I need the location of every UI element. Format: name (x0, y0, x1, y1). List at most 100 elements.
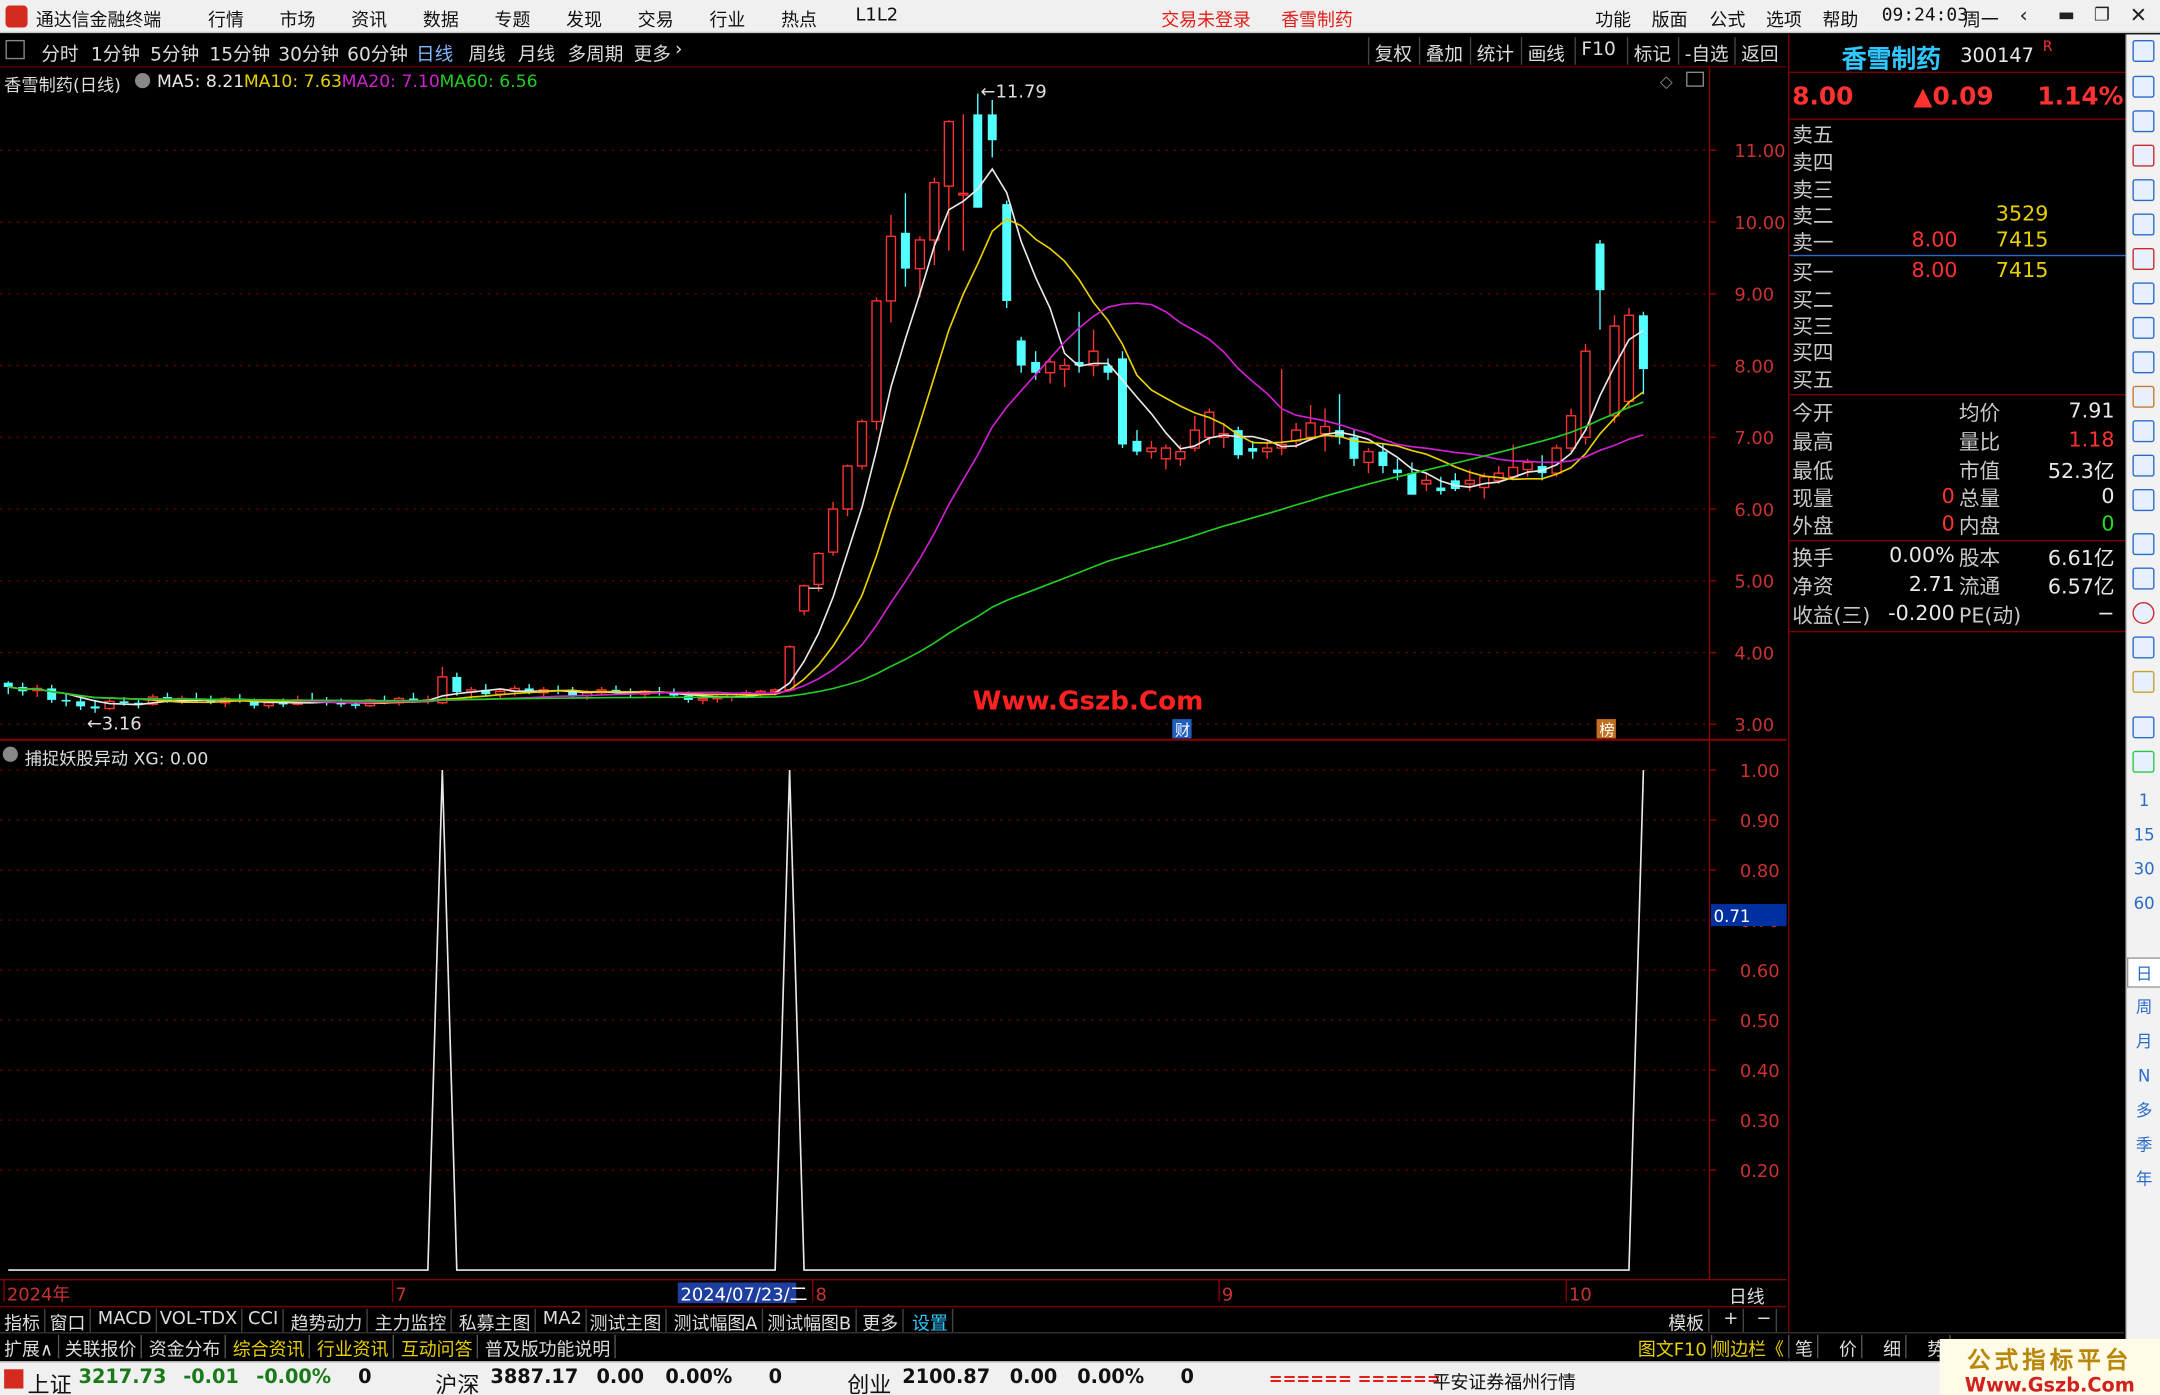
period-60min[interactable]: 60分钟 (347, 39, 408, 66)
table-icon[interactable] (2132, 179, 2155, 202)
minimize-icon[interactable]: ▬ (2058, 6, 2075, 27)
menu-item-xuanxiang[interactable]: 选项 (1766, 6, 1802, 32)
side-period-15[interactable]: 15 (2127, 820, 2160, 850)
menu-item-gongneng[interactable]: 功能 (1595, 6, 1631, 32)
tab-guanlian[interactable]: 关联报价 (61, 1334, 142, 1361)
news-icon[interactable] (2132, 385, 2155, 408)
side-period-month[interactable]: 月 (2127, 1026, 2160, 1056)
tab-zhibiao[interactable]: 指标 (0, 1308, 46, 1335)
f10-button[interactable]: 图文F10 (1634, 1334, 1713, 1361)
menu-item-shuju[interactable]: 数据 (423, 6, 459, 32)
tool-f10[interactable]: F10 (1574, 37, 1622, 65)
menu-item-l1l2[interactable]: L1L2 (855, 6, 898, 27)
period-1min[interactable]: 1分钟 (91, 39, 140, 66)
tool-biaoji[interactable]: 标记 (1626, 37, 1677, 66)
tab-ceshifutua[interactable]: 测试幅图A (669, 1308, 764, 1335)
refresh-icon[interactable] (2132, 750, 2155, 773)
bid-row-1[interactable]: 买一 8.00 7415 (1792, 258, 2120, 286)
broker-feed[interactable]: 平安证券福州行情 (1433, 1368, 1576, 1394)
tab-hudong[interactable]: 互动问答 (397, 1334, 479, 1361)
trade-login-status[interactable]: 交易未登录 (1161, 6, 1251, 32)
bid-row-3[interactable]: 买三 (1792, 311, 2120, 339)
collapse-icon[interactable] (2132, 39, 2155, 62)
period-30min[interactable]: 30分钟 (278, 39, 339, 66)
kline-icon[interactable] (2132, 247, 2155, 270)
menu-item-zixun[interactable]: 资讯 (351, 6, 387, 32)
period-multi[interactable]: 多周期 (568, 39, 624, 66)
bid-row-2[interactable]: 买二 (1792, 285, 2120, 313)
restore-icon[interactable]: ❐ (2094, 6, 2110, 27)
ask-row-4[interactable]: 卖四 (1792, 147, 2120, 175)
ask-row-1[interactable]: 卖一 8.00 7415 (1792, 227, 2120, 255)
fs-icon[interactable] (2132, 716, 2155, 739)
pen-icon[interactable] (2132, 670, 2155, 693)
tab-zijin[interactable]: 资金分布 (145, 1334, 226, 1361)
f2-icon[interactable] (2132, 420, 2155, 443)
tab-chuangkou[interactable]: 窗口 (45, 1308, 91, 1335)
kline-chart-area[interactable]: 11.00 10.00 9.00 8.00 7.00 6.00 5.00 4.00 3.00 ←1… (0, 67, 1787, 1305)
tab-zonghe[interactable]: 综合资讯 (229, 1334, 310, 1361)
tool-huaxian[interactable]: 画线 (1520, 37, 1571, 66)
tab-ma2[interactable]: MA2 (539, 1308, 588, 1333)
grid-icon[interactable] (2132, 351, 2155, 374)
tab-puji[interactable]: 普及版功能说明 (481, 1334, 616, 1361)
period-5min[interactable]: 5分钟 (150, 39, 199, 66)
sidebar-toggle[interactable]: 侧边栏《 (1708, 1334, 1790, 1361)
bid-row-4[interactable]: 买四 (1792, 337, 2120, 365)
period-weekly[interactable]: 周线 (468, 39, 505, 66)
tab-ceshifutub[interactable]: 测试幅图B (763, 1308, 857, 1335)
tab-bi[interactable]: 笔 (1791, 1334, 1819, 1361)
tool-diejia[interactable]: 叠加 (1418, 37, 1469, 66)
tab-simu[interactable]: 私募主图 (455, 1308, 536, 1335)
side-period-30[interactable]: 30 (2127, 854, 2160, 884)
tab-hangye-zixun[interactable]: 行业资讯 (313, 1334, 395, 1361)
period-more[interactable]: 更多 (634, 39, 671, 66)
period-daily[interactable]: 日线 (416, 39, 453, 66)
tab-zhuli[interactable]: 主力监控 (371, 1308, 452, 1335)
menu-item-hangye[interactable]: 行业 (709, 6, 745, 32)
back-arrow-icon[interactable]: ‹ (2019, 3, 2027, 28)
tab-macd[interactable]: MACD (94, 1308, 157, 1333)
side-period-day[interactable]: 日 (2126, 957, 2160, 988)
ask-row-5[interactable]: 卖五 (1792, 120, 2120, 148)
index-cy-name[interactable]: 创业 (847, 1367, 891, 1395)
side-period-60[interactable]: 60 (2127, 889, 2160, 919)
tab-more[interactable]: 更多 (858, 1308, 904, 1335)
tab-ceshizhutu[interactable]: 测试主图 (585, 1308, 667, 1335)
indicator-toggle-icon[interactable] (2, 746, 18, 762)
chevron-right-icon[interactable]: › (675, 39, 682, 61)
diamond-icon[interactable]: ◇ (1660, 72, 1673, 91)
menu-item-redian[interactable]: 热点 (781, 6, 817, 32)
tool-fanhui[interactable]: 返回 (1734, 37, 1784, 66)
settings-dot-icon[interactable] (134, 73, 151, 89)
menu-item-hangqing[interactable]: 行情 (208, 6, 244, 32)
add-pane-button[interactable]: + (1719, 1308, 1744, 1333)
menu-item-gongshi[interactable]: 公式 (1710, 6, 1746, 32)
move-icon[interactable] (2132, 636, 2155, 659)
circle-icon[interactable] (2132, 489, 2155, 512)
tab-extend[interactable]: 扩展∧ (0, 1334, 59, 1361)
ask-row-2[interactable]: 卖二 3529 (1792, 201, 2120, 229)
template-button[interactable]: 模板 (1664, 1308, 1710, 1335)
rsi-icon[interactable] (2132, 567, 2155, 590)
side-period-n[interactable]: N (2127, 1061, 2160, 1091)
tool-tongji[interactable]: 统计 (1469, 37, 1520, 66)
tool-zixuan[interactable]: -自选 (1677, 37, 1734, 66)
up-arrow-icon[interactable] (2132, 75, 2155, 98)
panel-toggle-icon[interactable] (5, 39, 25, 60)
list-icon[interactable] (2132, 282, 2155, 305)
window-toggle-icon[interactable] (1686, 71, 1705, 87)
down-arrow-icon[interactable] (2132, 110, 2155, 133)
menu-item-shichang[interactable]: 市场 (280, 6, 316, 32)
index-hs-name[interactable]: 沪深 (435, 1367, 479, 1395)
side-period-quarter[interactable]: 季 (2127, 1130, 2160, 1160)
side-period-week[interactable]: 周 (2127, 992, 2160, 1022)
menu-item-bangzhu[interactable]: 帮助 (1822, 6, 1858, 32)
quote-icon[interactable] (2132, 144, 2155, 167)
side-period-1[interactable]: 1 (2127, 785, 2160, 815)
tab-settings[interactable]: 设置 (908, 1308, 954, 1335)
wave-icon[interactable] (2132, 533, 2155, 556)
remove-pane-button[interactable]: − (1752, 1308, 1777, 1333)
period-fenshi[interactable]: 分时 (41, 39, 78, 66)
menu-item-banmian[interactable]: 版面 (1652, 6, 1688, 32)
